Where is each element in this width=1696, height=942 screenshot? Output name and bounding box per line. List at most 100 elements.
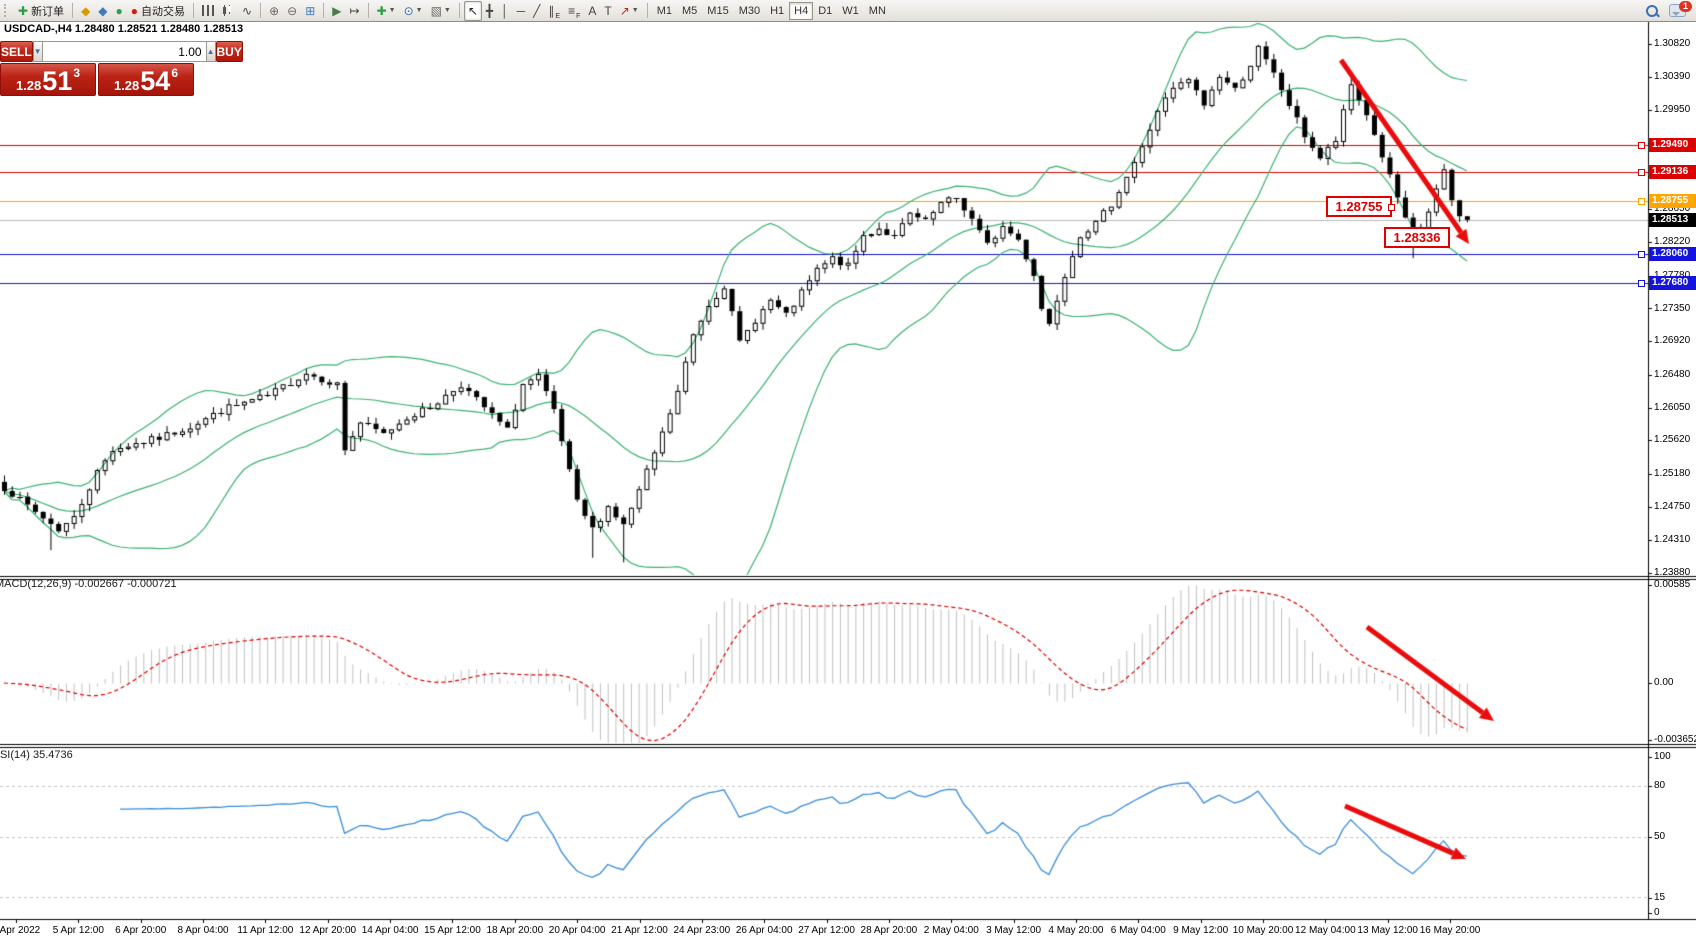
trendline-button[interactable]: ╱ [529, 1, 544, 21]
signals-icon: ● [116, 5, 123, 17]
price-callout-28336[interactable]: 1.28336 [1384, 227, 1450, 248]
periods-button[interactable]: ⊙▼ [400, 1, 427, 21]
auto-scroll-button[interactable]: ▶ [328, 1, 345, 21]
zoom-in-icon: ⊕ [269, 5, 279, 17]
auto-scroll-icon: ▶ [332, 5, 341, 17]
timeframe-M1[interactable]: M1 [652, 2, 677, 20]
timeframe-M5[interactable]: M5 [677, 2, 702, 20]
horizontal-line-icon: ─ [517, 5, 526, 17]
sell-button[interactable]: SELL [0, 41, 33, 62]
toolbar-separator [260, 3, 261, 18]
text-label-button[interactable]: T [600, 1, 615, 21]
autotrade-button[interactable]: ●自动交易 [127, 1, 189, 21]
line-chart-icon: ∿ [242, 5, 252, 17]
timeframe-H4[interactable]: H4 [789, 2, 813, 20]
timeframe-MN[interactable]: MN [864, 2, 891, 20]
autotrade-icon: ● [131, 5, 138, 17]
community-button[interactable]: ◆ [94, 1, 111, 21]
icon-subscript: F [576, 13, 580, 20]
toolbar-right: 1 [1645, 4, 1686, 18]
text-button[interactable]: A [584, 1, 600, 21]
buy-button[interactable]: BUY [216, 41, 243, 62]
toolbar-separator [323, 3, 324, 18]
crosshair-button[interactable]: ╋ [482, 1, 497, 21]
notification-badge: 1 [1679, 1, 1692, 12]
periods-icon: ⊙ [404, 5, 414, 17]
horizontal-line-button[interactable]: ─ [513, 1, 530, 21]
new-order-icon: ✚ [18, 5, 28, 17]
indicators-button[interactable]: ✚▼ [373, 1, 400, 21]
line-chart-button[interactable]: ∿ [238, 1, 256, 21]
price-callout-28755[interactable]: 1.28755 [1326, 196, 1392, 217]
tile-windows-button[interactable]: ⊞ [301, 1, 319, 21]
zoom-out-icon: ⊖ [287, 5, 297, 17]
tile-windows-icon: ⊞ [305, 5, 315, 17]
one-click-trading-widget: SELL ▼ ▲ BUY 1.28 51 3 1.28 54 6 [0, 41, 194, 96]
templates-icon: ▧ [431, 5, 442, 17]
ask-price-pip: 6 [171, 66, 178, 80]
arrow-objects-icon: ↗ [620, 5, 630, 17]
chart-shift-button[interactable]: ↦ [346, 1, 364, 21]
dropdown-caret-icon: ▼ [632, 7, 639, 14]
dropdown-caret-icon: ▼ [444, 7, 451, 14]
timeframe-W1[interactable]: W1 [837, 2, 864, 20]
community-icon: ◆ [98, 5, 107, 17]
chart-area[interactable] [0, 0, 1696, 942]
market-icon: ◆ [81, 5, 90, 17]
fibonacci-button[interactable]: ≡F [564, 1, 584, 21]
toolbar-separator [368, 3, 369, 18]
dropdown-caret-icon: ▼ [389, 7, 396, 14]
mt4-trading-app: ✚新订单◆◆●●自动交易∿⊕⊖⊞▶↦✚▼⊙▼▧▼↖╋│─╱∥E≡FAT↗▼M1M… [0, 0, 1696, 942]
timeframe-M30[interactable]: M30 [734, 2, 765, 20]
templates-button[interactable]: ▧▼ [427, 1, 455, 21]
bid-price-pip: 3 [73, 66, 80, 80]
toolbar-grip [4, 4, 11, 17]
bid-price-small: 1.28 [16, 78, 41, 93]
ask-price-small: 1.28 [114, 78, 139, 93]
bar-chart-icon [202, 5, 214, 16]
signals-button[interactable]: ● [112, 1, 127, 21]
toolbar-separator [459, 3, 460, 18]
timeframe-D1[interactable]: D1 [813, 2, 837, 20]
volume-increase-button[interactable]: ▲ [206, 41, 216, 62]
timeframe-H1[interactable]: H1 [765, 2, 789, 20]
ask-price-panel[interactable]: 1.28 54 6 [98, 63, 194, 96]
volume-input[interactable] [43, 41, 206, 62]
text-icon: A [588, 5, 596, 17]
chart-shift-icon: ↦ [350, 5, 360, 17]
dropdown-caret-icon: ▼ [416, 7, 423, 14]
new-order-label: 新订单 [31, 3, 64, 19]
vertical-line-button[interactable]: │ [497, 1, 513, 21]
channel-button[interactable]: ∥E [544, 1, 564, 21]
toolbar-separator [193, 3, 194, 18]
autotrade-label: 自动交易 [141, 3, 185, 19]
zoom-out-button[interactable]: ⊖ [283, 1, 301, 21]
new-order-button[interactable]: ✚新订单 [14, 1, 68, 21]
channel-icon: ∥ [548, 5, 554, 17]
ask-price-big: 54 [140, 69, 170, 93]
bid-price-big: 51 [42, 69, 72, 93]
fibonacci-icon: ≡ [568, 5, 575, 17]
vertical-line-icon: │ [501, 5, 509, 17]
search-icon[interactable] [1645, 4, 1659, 18]
text-label-icon: T [604, 5, 611, 17]
chat-bubble-icon[interactable]: 1 [1669, 4, 1686, 17]
cursor-icon: ↖ [468, 5, 478, 17]
indicators-icon: ✚ [377, 5, 387, 17]
bar-chart-button[interactable] [198, 1, 218, 21]
cursor-button[interactable]: ↖ [464, 1, 482, 21]
bid-price-panel[interactable]: 1.28 51 3 [0, 63, 96, 96]
crosshair-icon: ╋ [486, 5, 493, 17]
trendline-icon: ╱ [533, 5, 540, 17]
candlestick-chart-button[interactable] [218, 1, 238, 21]
volume-decrease-button[interactable]: ▼ [33, 41, 43, 62]
timeframe-M15[interactable]: M15 [702, 2, 733, 20]
toolbar-separator [647, 3, 648, 18]
arrow-objects-button[interactable]: ↗▼ [616, 1, 643, 21]
main-toolbar: ✚新订单◆◆●●自动交易∿⊕⊖⊞▶↦✚▼⊙▼▧▼↖╋│─╱∥E≡FAT↗▼M1M… [0, 0, 1696, 22]
toolbar-separator [72, 3, 73, 18]
zoom-in-button[interactable]: ⊕ [265, 1, 283, 21]
icon-subscript: E [555, 13, 560, 20]
market-button[interactable]: ◆ [77, 1, 94, 21]
callout-anchor [1388, 204, 1395, 211]
